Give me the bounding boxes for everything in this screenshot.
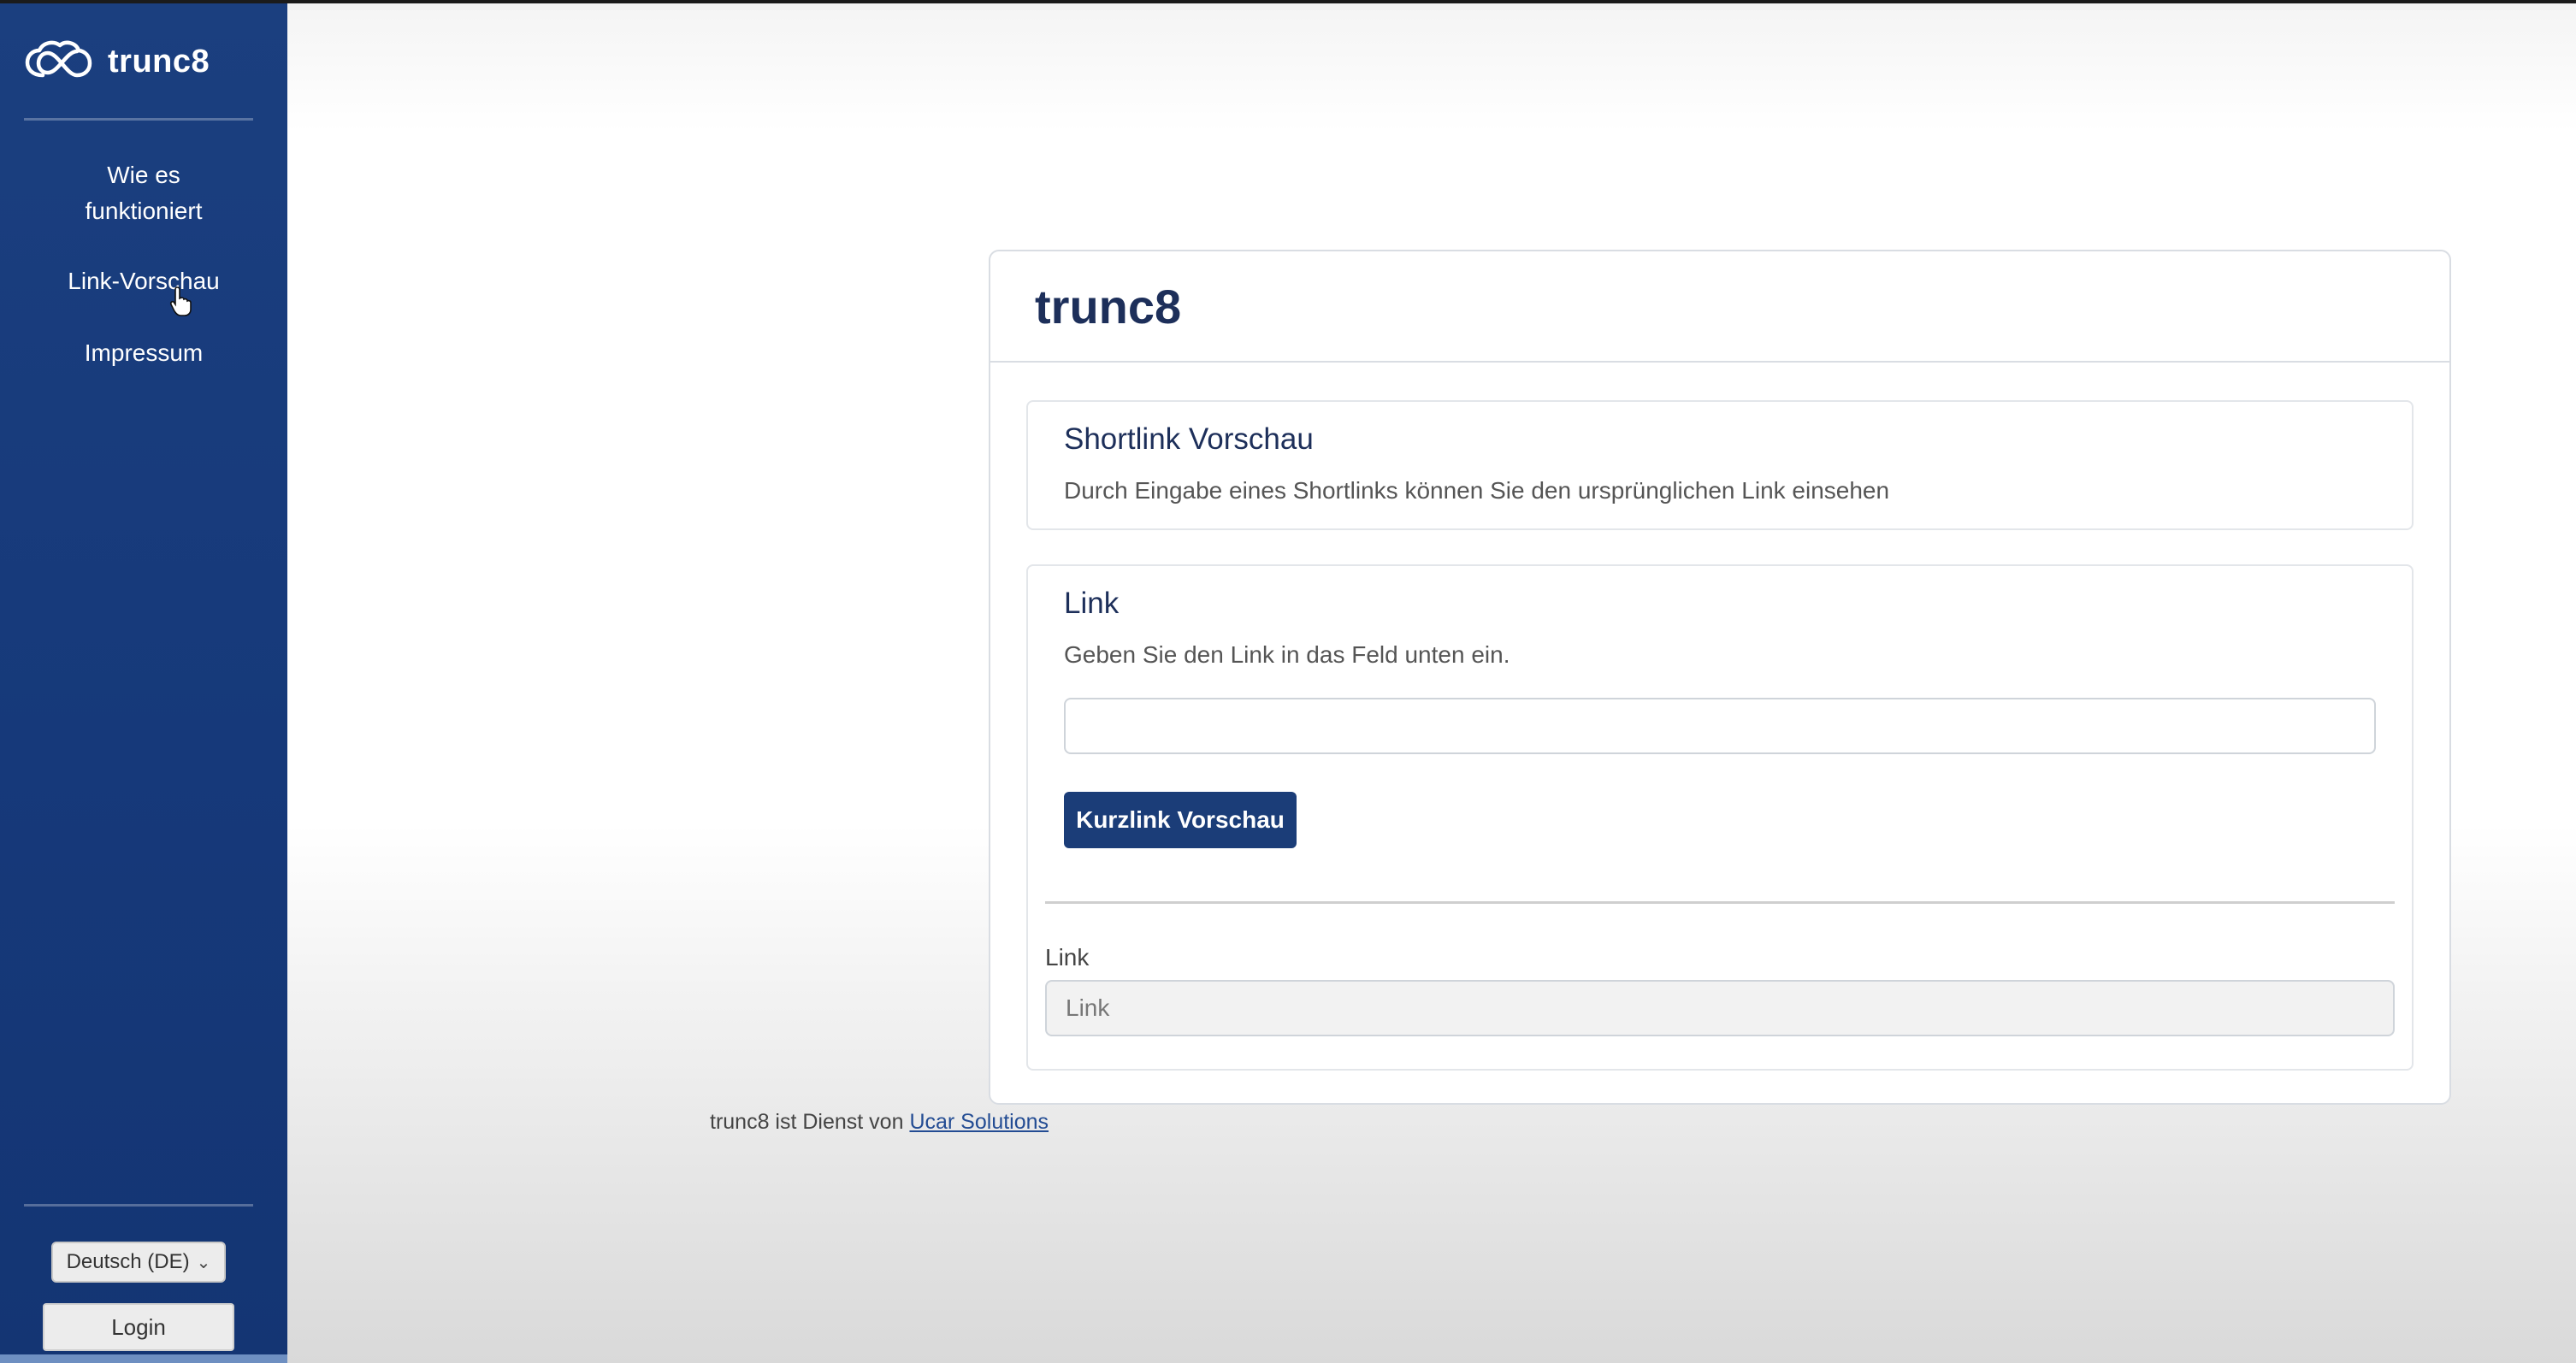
brand-name: trunc8 <box>108 43 210 80</box>
language-select-value: Deutsch (DE) <box>66 1250 190 1273</box>
divider <box>1045 901 2395 904</box>
link-panel: Link Geben Sie den Link in das Feld unte… <box>1026 564 2414 1071</box>
preview-card: trunc8 Shortlink Vorschau Durch Eingabe … <box>989 250 2451 1105</box>
login-button[interactable]: Login <box>43 1303 234 1351</box>
card-title: trunc8 <box>1035 279 1182 333</box>
nav-item-link-preview[interactable]: Link-Vorschau <box>50 263 238 299</box>
sidebar-divider <box>24 1204 253 1207</box>
result-label: Link <box>1045 944 1090 971</box>
nav-item-how-it-works[interactable]: Wie es funktioniert <box>50 157 238 229</box>
language-select[interactable]: Deutsch (DE) ⌄ <box>51 1242 226 1283</box>
cloud-infinity-logo-icon <box>25 40 92 78</box>
panel-instruction: Geben Sie den Link in das Feld unten ein… <box>1064 641 1510 668</box>
sidebar-nav: Wie es funktioniert Link-Vorschau Impres… <box>0 157 287 407</box>
panel-title: Link <box>1064 587 1120 620</box>
nav-item-impressum[interactable]: Impressum <box>50 335 238 371</box>
panel-title: Shortlink Vorschau <box>1064 422 1314 456</box>
card-header: trunc8 <box>990 251 2449 363</box>
sidebar-divider <box>24 118 253 121</box>
sidebar: trunc8 Wie es funktioniert Link-Vorschau… <box>0 3 287 1363</box>
chevron-down-icon: ⌄ <box>196 1253 211 1272</box>
link-input[interactable] <box>1064 698 2376 754</box>
hand-pointer-icon <box>169 286 192 316</box>
footer-text: trunc8 ist Dienst von <box>710 1110 904 1134</box>
footer-note: trunc8 ist Dienst von Ucar Solutions <box>710 1110 1049 1135</box>
result-link-field[interactable]: Link <box>1045 980 2395 1036</box>
shortlink-preview-panel: Shortlink Vorschau Durch Eingabe eines S… <box>1026 400 2414 530</box>
footer-link[interactable]: Ucar Solutions <box>909 1110 1049 1134</box>
shortlink-preview-button[interactable]: Kurzlink Vorschau <box>1064 792 1297 848</box>
panel-description: Durch Eingabe eines Shortlinks können Si… <box>1064 477 1890 504</box>
main-content: trunc8 Shortlink Vorschau Durch Eingabe … <box>287 3 2576 1363</box>
brand[interactable]: trunc8 <box>24 36 210 87</box>
